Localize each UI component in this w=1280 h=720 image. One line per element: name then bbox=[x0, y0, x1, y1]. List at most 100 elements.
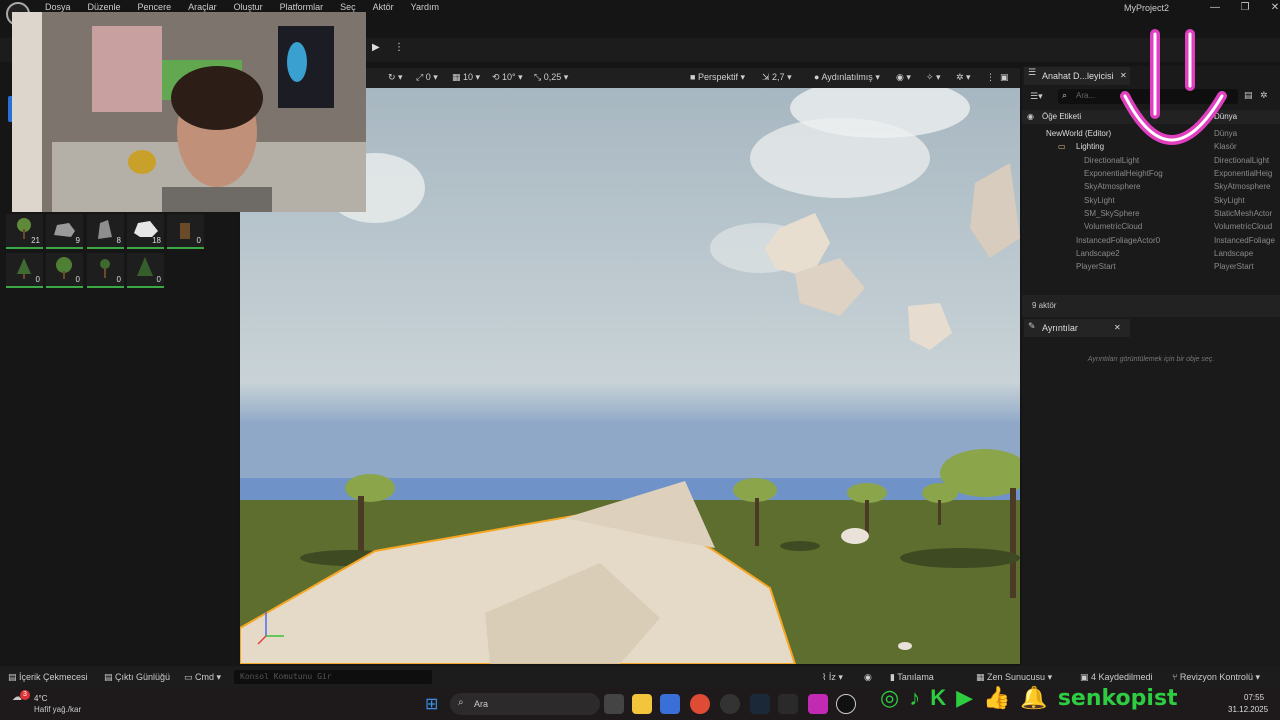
foliage-thumb[interactable]: 0 bbox=[6, 253, 43, 288]
outliner-row[interactable]: ExponentialHeightFog ExponentialHeig bbox=[1022, 167, 1280, 180]
filter-icon[interactable]: ☰▾ bbox=[1030, 91, 1043, 102]
outliner-row[interactable]: SM_SkySphere StaticMeshActor bbox=[1022, 207, 1280, 220]
trace-dropdown[interactable]: ⌇ İz ▾ bbox=[822, 672, 843, 683]
folder-icon: ▭ bbox=[1058, 142, 1066, 151]
clock-date[interactable]: 31.12.2025 bbox=[1228, 705, 1268, 714]
lighting-dropdown[interactable]: ● Aydınlatılmış ▾ bbox=[814, 72, 880, 83]
foliage-thumb[interactable]: 9 bbox=[46, 214, 83, 249]
close-tab-icon[interactable]: ✕ bbox=[1114, 319, 1121, 337]
camera-icon: ■ bbox=[690, 72, 698, 82]
task-view-icon[interactable] bbox=[604, 694, 624, 714]
webcam-image bbox=[12, 12, 366, 212]
close-icon[interactable]: ✕ bbox=[1260, 0, 1280, 15]
foliage-thumb[interactable]: 0 bbox=[127, 253, 164, 288]
foliage-thumb[interactable]: 18 bbox=[127, 214, 164, 249]
outliner-icon: ☰ bbox=[1028, 67, 1037, 77]
project-name: MyProject2 bbox=[1124, 3, 1170, 13]
youtube-icon: ▶ bbox=[956, 685, 974, 710]
taskbar-search[interactable]: ⌕ Ara bbox=[450, 693, 600, 715]
foliage-thumb[interactable]: 0 bbox=[167, 214, 204, 249]
unsaved-button[interactable]: ▣ 4 Kaydedilmedi bbox=[1080, 672, 1153, 683]
foliage-thumb[interactable]: 8 bbox=[87, 214, 124, 249]
details-panel bbox=[1022, 318, 1280, 668]
server-icon: ▦ bbox=[976, 672, 988, 682]
outliner-row[interactable]: SkyLight SkyLight bbox=[1022, 194, 1280, 207]
rotate-snap[interactable]: ⟲ 10° ▾ bbox=[492, 72, 523, 83]
window-controls: — ❐ ✕ bbox=[1200, 0, 1280, 15]
instagram-icon: ◎ bbox=[880, 685, 900, 710]
speed-icon: ⇲ bbox=[762, 72, 773, 82]
console-input[interactable]: Konsol Komutunu Gir bbox=[234, 670, 432, 684]
stump-icon bbox=[180, 223, 190, 239]
settings-icon[interactable]: ✲ bbox=[1260, 90, 1268, 101]
minimize-icon[interactable]: — bbox=[1200, 0, 1230, 15]
restore-icon[interactable]: ❐ bbox=[1230, 0, 1260, 15]
record-icon[interactable]: ◉ bbox=[864, 672, 872, 683]
epic-games-icon[interactable] bbox=[778, 694, 798, 714]
foliage-thumb[interactable]: 0 bbox=[46, 253, 83, 288]
view-mode-dropdown[interactable]: ■ Perspektif ▾ bbox=[690, 72, 745, 83]
revision-icon: ⑂ bbox=[1172, 672, 1180, 682]
channel-name: senkopist bbox=[1057, 685, 1178, 711]
rock-icon bbox=[54, 223, 75, 237]
bell-icon: 🔔 bbox=[1020, 685, 1048, 710]
kick-icon: K bbox=[930, 685, 947, 710]
details-empty-message: Ayrıntıları görüntülemek için bir obje s… bbox=[1087, 356, 1215, 363]
tree-icon bbox=[56, 257, 72, 279]
outliner-row[interactable]: Landscape2 Landscape bbox=[1022, 247, 1280, 260]
grid-snap[interactable]: ▦ 10 ▾ bbox=[452, 72, 480, 83]
unreal-engine-icon[interactable] bbox=[836, 694, 856, 714]
search-icon: ⌕ bbox=[458, 697, 464, 708]
webcam-overlay bbox=[12, 12, 366, 212]
trace-icon: ⌇ bbox=[822, 672, 829, 682]
foliage-thumb[interactable]: 0 bbox=[87, 253, 124, 288]
settings-icon[interactable]: ✲ ▾ bbox=[956, 72, 971, 83]
tree-icon bbox=[100, 259, 110, 278]
outliner-row[interactable]: PlayerStart PlayerStart bbox=[1022, 260, 1280, 273]
tab-details[interactable]: Ayrıntılar ✕ bbox=[1024, 319, 1130, 337]
add-folder-icon[interactable]: ▤ bbox=[1244, 90, 1253, 101]
steam-icon[interactable] bbox=[750, 694, 770, 714]
menu-yardim[interactable]: Yardım bbox=[411, 0, 448, 16]
visibility-icon[interactable]: ◉ bbox=[1027, 112, 1034, 121]
grid-icon: ▦ bbox=[452, 72, 464, 82]
foliage-thumb[interactable]: 21 bbox=[6, 214, 43, 249]
content-drawer-button[interactable]: ▤ İçerik Çekmecesi bbox=[8, 672, 88, 683]
tree-icon bbox=[17, 258, 31, 279]
weather-desc[interactable]: Hafif yağ./kar bbox=[34, 705, 81, 714]
app-icon[interactable] bbox=[808, 694, 828, 714]
file-explorer-icon[interactable] bbox=[632, 694, 652, 714]
smiley-overlay bbox=[1120, 29, 1227, 145]
diagnostics-button[interactable]: ▮ Tanılama bbox=[890, 672, 934, 683]
weather-temp[interactable]: 4°C bbox=[34, 694, 47, 703]
realtime-icon[interactable]: ✧ ▾ bbox=[926, 72, 941, 83]
layout-icon[interactable]: ▣ bbox=[1000, 72, 1009, 83]
more-options-icon[interactable]: ⋮ bbox=[394, 42, 404, 53]
translate-snap[interactable]: ⤢ 0 ▾ bbox=[416, 72, 438, 83]
outliner-row[interactable]: SkyAtmosphere SkyAtmosphere bbox=[1022, 180, 1280, 193]
outliner-row[interactable]: InstancedFoliageActor0 InstancedFoliage bbox=[1022, 234, 1280, 247]
cmd-dropdown[interactable]: ▭ Cmd ▾ bbox=[184, 672, 221, 683]
scale-snap[interactable]: ⤡ 0,25 ▾ bbox=[534, 72, 568, 83]
play-icon[interactable]: ▶ bbox=[372, 42, 380, 53]
select-mode-icon[interactable]: ↻ ▾ bbox=[388, 72, 403, 83]
log-icon: ▤ bbox=[104, 672, 116, 682]
rock-icon bbox=[98, 220, 112, 239]
save-icon: ▣ bbox=[1080, 672, 1092, 682]
clock-time[interactable]: 07:55 bbox=[1244, 693, 1264, 702]
outliner-footer: 9 aktör bbox=[1022, 295, 1280, 317]
chrome-icon[interactable] bbox=[690, 694, 710, 714]
store-icon[interactable] bbox=[660, 694, 680, 714]
windows-start-icon[interactable]: ⊞ bbox=[425, 694, 438, 714]
menu-aktor[interactable]: Aktör bbox=[373, 0, 403, 16]
zen-server-dropdown[interactable]: ▦ Zen Sunucusu ▾ bbox=[976, 672, 1052, 683]
viewport-menu-icon[interactable]: ⋮ bbox=[986, 72, 995, 83]
output-log-button[interactable]: ▤ Çıktı Günlüğü bbox=[104, 672, 170, 683]
github-icon[interactable] bbox=[720, 694, 740, 714]
like-icon: 👍 bbox=[983, 685, 1011, 710]
camera-speed-dropdown[interactable]: ⇲ 2,7 ▾ bbox=[762, 72, 792, 83]
weather-badge: 3 bbox=[20, 690, 30, 700]
revision-control-dropdown[interactable]: ⑂ Revizyon Kontrolü ▾ bbox=[1172, 672, 1260, 683]
show-flags-icon[interactable]: ◉ ▾ bbox=[896, 72, 911, 83]
outliner-row[interactable]: VolumetricCloud VolumetricCloud bbox=[1022, 220, 1280, 233]
